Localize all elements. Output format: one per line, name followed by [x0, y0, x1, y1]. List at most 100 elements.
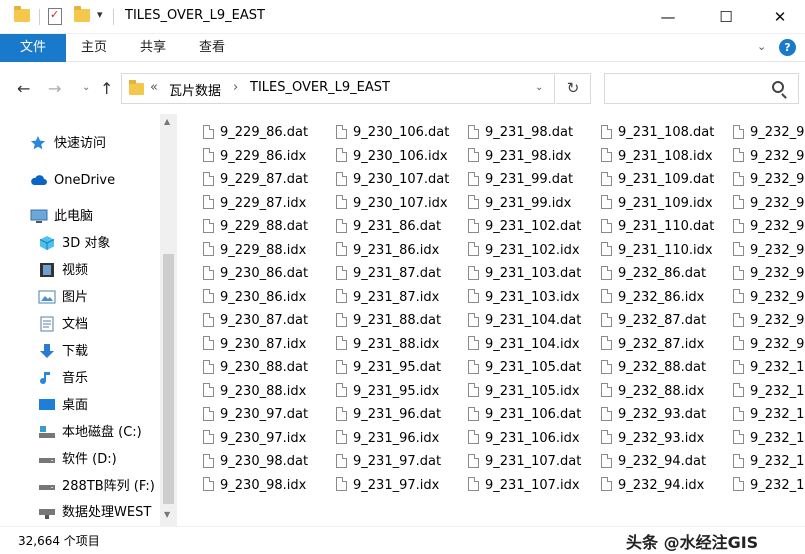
address-bar[interactable]: « 瓦片数据 › TILES_OVER_L9_EAST ⌄ — [121, 73, 555, 104]
breadcrumb-item[interactable]: TILES_OVER_L9_EAST — [250, 80, 390, 95]
list-item[interactable]: 9_231_104.dat — [468, 309, 581, 333]
new-folder-icon[interactable] — [74, 6, 90, 22]
list-item[interactable]: 9_232_96 — [733, 168, 805, 192]
sidebar-item-drive-d[interactable]: 软件 (D:) — [38, 448, 117, 472]
list-item[interactable]: 9_231_109.idx — [601, 192, 714, 216]
list-item[interactable]: 9_232_10 — [733, 356, 805, 380]
list-item[interactable]: 9_232_10 — [733, 474, 805, 498]
up-button[interactable]: ↑ — [100, 79, 113, 98]
list-item[interactable]: 9_232_10 — [733, 380, 805, 404]
list-item[interactable]: 9_231_96.dat — [336, 403, 449, 427]
list-item[interactable]: 9_231_108.dat — [601, 121, 714, 145]
maximize-button[interactable]: ☐ — [703, 0, 749, 34]
list-item[interactable]: 9_231_108.idx — [601, 145, 714, 169]
list-item[interactable]: 9_230_86.dat — [203, 262, 308, 286]
sidebar-item-network-west[interactable]: 数据处理WEST — [38, 501, 151, 525]
list-item[interactable]: 9_231_106.dat — [468, 403, 581, 427]
tab-view[interactable]: 查看 — [199, 34, 225, 62]
sidebar-item-local-disk-c[interactable]: 本地磁盘 (C:) — [38, 421, 142, 445]
list-item[interactable]: 9_231_99.dat — [468, 168, 581, 192]
list-item[interactable]: 9_232_95 — [733, 145, 805, 169]
list-item[interactable]: 9_232_86.dat — [601, 262, 714, 286]
list-item[interactable]: 9_230_106.dat — [336, 121, 449, 145]
address-dropdown-icon[interactable]: ⌄ — [535, 82, 543, 93]
list-item[interactable]: 9_229_87.idx — [203, 192, 308, 216]
list-item[interactable]: 9_231_98.dat — [468, 121, 581, 145]
list-item[interactable]: 9_230_97.dat — [203, 403, 308, 427]
sidebar-item-downloads[interactable]: 下载 — [38, 340, 88, 364]
sidebar-item-this-pc[interactable]: 此电脑 — [30, 205, 93, 229]
list-item[interactable]: 9_231_104.idx — [468, 333, 581, 357]
refresh-button[interactable]: ↻ — [556, 73, 591, 104]
list-item[interactable]: 9_231_97.idx — [336, 474, 449, 498]
list-item[interactable]: 9_231_105.idx — [468, 380, 581, 404]
sidebar-item-desktop[interactable]: 桌面 — [38, 394, 88, 418]
list-item[interactable]: 9_232_87.idx — [601, 333, 714, 357]
list-item[interactable]: 9_230_106.idx — [336, 145, 449, 169]
recent-locations-icon[interactable]: ⌄ — [82, 82, 90, 93]
close-button[interactable]: ✕ — [757, 0, 803, 34]
list-item[interactable]: 9_230_98.dat — [203, 450, 308, 474]
list-item[interactable]: 9_231_95.idx — [336, 380, 449, 404]
list-item[interactable]: 9_231_87.dat — [336, 262, 449, 286]
list-item[interactable]: 9_232_96 — [733, 192, 805, 216]
list-item[interactable]: 9_232_94.idx — [601, 474, 714, 498]
forward-button[interactable]: → — [48, 79, 61, 98]
list-item[interactable]: 9_232_86.idx — [601, 286, 714, 310]
list-item[interactable]: 9_231_109.dat — [601, 168, 714, 192]
list-item[interactable]: 9_232_88.dat — [601, 356, 714, 380]
scroll-down-icon[interactable]: ▼ — [164, 510, 170, 519]
list-item[interactable]: 9_231_110.dat — [601, 215, 714, 239]
sidebar-item-documents[interactable]: 文档 — [38, 313, 88, 337]
list-item[interactable]: 9_232_10 — [733, 403, 805, 427]
sidebar-item-quick-access[interactable]: 快速访问 — [30, 132, 106, 156]
sidebar-item-drive-f[interactable]: 288TB阵列 (F:) — [38, 475, 155, 499]
list-item[interactable]: 9_230_97.idx — [203, 427, 308, 451]
list-item[interactable]: 9_232_98 — [733, 262, 805, 286]
list-item[interactable]: 9_232_99 — [733, 333, 805, 357]
list-item[interactable]: 9_231_86.idx — [336, 239, 449, 263]
list-item[interactable]: 9_230_87.dat — [203, 309, 308, 333]
list-item[interactable]: 9_231_107.idx — [468, 474, 581, 498]
scrollbar-thumb[interactable] — [163, 254, 174, 504]
customize-quick-access-icon[interactable]: ▾ — [97, 8, 103, 21]
list-item[interactable]: 9_229_88.idx — [203, 239, 308, 263]
list-item[interactable]: 9_232_93.idx — [601, 427, 714, 451]
list-item[interactable]: 9_232_10 — [733, 427, 805, 451]
list-item[interactable]: 9_231_103.idx — [468, 286, 581, 310]
list-item[interactable]: 9_230_107.dat — [336, 168, 449, 192]
list-item[interactable]: 9_232_93.dat — [601, 403, 714, 427]
list-item[interactable]: 9_231_106.idx — [468, 427, 581, 451]
list-item[interactable]: 9_232_97 — [733, 215, 805, 239]
sidebar-item-pictures[interactable]: 图片 — [38, 286, 88, 310]
list-item[interactable]: 9_231_88.dat — [336, 309, 449, 333]
folder-icon[interactable] — [14, 6, 30, 22]
list-item[interactable]: 9_232_10 — [733, 450, 805, 474]
breadcrumb-separator[interactable]: › — [233, 80, 238, 95]
list-item[interactable]: 9_231_103.dat — [468, 262, 581, 286]
list-item[interactable]: 9_230_98.idx — [203, 474, 308, 498]
properties-icon[interactable] — [48, 8, 62, 25]
list-item[interactable]: 9_229_87.dat — [203, 168, 308, 192]
list-item[interactable]: 9_230_87.idx — [203, 333, 308, 357]
tab-file[interactable]: 文件 — [0, 34, 66, 62]
list-item[interactable]: 9_231_102.dat — [468, 215, 581, 239]
list-item[interactable]: 9_231_99.idx — [468, 192, 581, 216]
list-item[interactable]: 9_230_107.idx — [336, 192, 449, 216]
list-item[interactable]: 9_232_95 — [733, 121, 805, 145]
search-input[interactable] — [604, 73, 799, 104]
list-item[interactable]: 9_232_97 — [733, 239, 805, 263]
sidebar-item-3d-objects[interactable]: 3D 对象 — [38, 232, 110, 256]
list-item[interactable]: 9_231_96.idx — [336, 427, 449, 451]
list-item[interactable]: 9_231_105.dat — [468, 356, 581, 380]
sidebar-item-onedrive[interactable]: OneDrive — [30, 169, 115, 193]
list-item[interactable]: 9_231_87.idx — [336, 286, 449, 310]
list-item[interactable]: 9_232_99 — [733, 309, 805, 333]
minimize-button[interactable]: — — [645, 0, 691, 34]
scroll-up-icon[interactable]: ▲ — [164, 117, 170, 126]
list-item[interactable]: 9_232_98 — [733, 286, 805, 310]
back-button[interactable]: ← — [17, 79, 30, 98]
tab-share[interactable]: 共享 — [140, 34, 166, 62]
list-item[interactable]: 9_231_102.idx — [468, 239, 581, 263]
list-item[interactable]: 9_231_88.idx — [336, 333, 449, 357]
